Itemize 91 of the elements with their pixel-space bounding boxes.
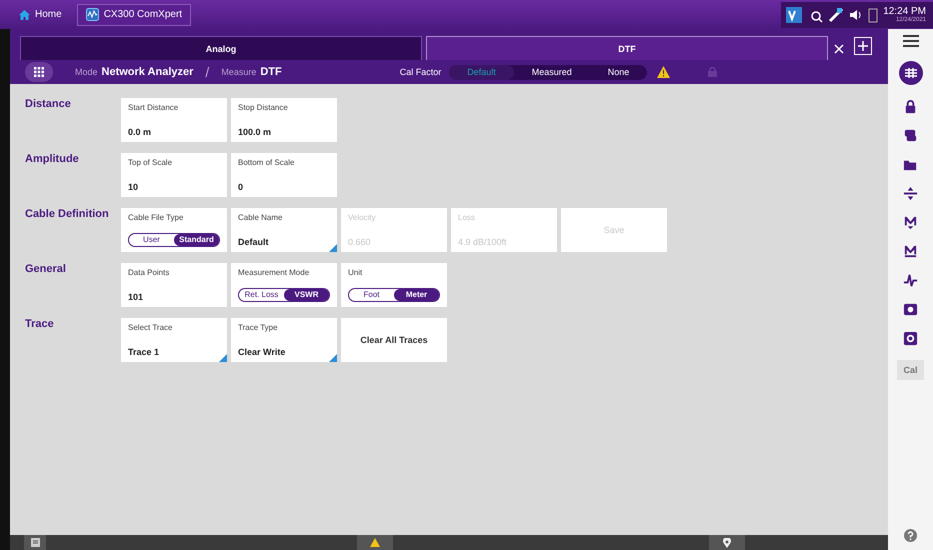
lock-icon[interactable] bbox=[903, 99, 918, 114]
warning-icon bbox=[370, 538, 380, 547]
parameter-card[interactable]: Data Points 101 bbox=[121, 263, 227, 307]
peak-icon[interactable] bbox=[903, 273, 918, 288]
parameter-value: Clear Write bbox=[238, 347, 286, 357]
parameter-label: Measurement Mode bbox=[238, 268, 310, 277]
parameter-label: Cable File Type bbox=[128, 213, 184, 222]
cal-factor-option[interactable]: Default bbox=[449, 64, 514, 80]
cal-factor-label: Cal Factor bbox=[400, 67, 442, 77]
measure-label: Measure bbox=[221, 67, 256, 77]
parameter-card[interactable]: Select Trace Trace 1 bbox=[121, 318, 227, 362]
parameter-label: Unit bbox=[348, 268, 364, 277]
section-title: Cable Definition bbox=[25, 208, 110, 222]
parameter-value: Trace 1 bbox=[128, 347, 160, 357]
mode-label: Mode bbox=[75, 67, 98, 77]
app-tab[interactable]: Home bbox=[10, 4, 71, 26]
settings-icon[interactable] bbox=[903, 331, 918, 346]
parameter-value: 0 bbox=[238, 182, 244, 192]
parameter-card[interactable]: Start Distance 0.0 m bbox=[121, 98, 227, 142]
parameter-label: Select Trace bbox=[128, 323, 174, 332]
measurement-tab[interactable]: DTF bbox=[426, 36, 828, 60]
toggle-option[interactable]: VSWR bbox=[284, 289, 329, 301]
location-button[interactable] bbox=[709, 535, 745, 550]
help-icon[interactable] bbox=[904, 529, 917, 542]
home-icon bbox=[19, 10, 30, 20]
parameter-card[interactable]: Trace Type Clear Write bbox=[231, 318, 337, 362]
parameter-value: Default bbox=[238, 237, 270, 247]
parameter-label: Cable Name bbox=[238, 213, 284, 222]
parameter-card[interactable]: Bottom of Scale 0 bbox=[231, 153, 337, 197]
marker-icon[interactable] bbox=[903, 244, 918, 259]
toggle-option[interactable]: Meter bbox=[394, 289, 439, 301]
warning-icon[interactable] bbox=[657, 66, 670, 78]
toggle-option[interactable]: Foot bbox=[349, 289, 394, 301]
app-grid-button[interactable] bbox=[25, 62, 53, 82]
section-title: General bbox=[25, 263, 67, 277]
parameter-value: 0.660 bbox=[348, 237, 372, 247]
parameter-value: 0.0 m bbox=[128, 127, 152, 137]
section-title: Distance bbox=[25, 98, 72, 112]
parameter-card[interactable]: Stop Distance 100.0 m bbox=[231, 98, 337, 142]
split-arrows-icon[interactable] bbox=[903, 186, 918, 201]
parameter-label: Trace Type bbox=[238, 323, 279, 332]
dropdown-corner-icon bbox=[329, 354, 337, 362]
parameter-label: Start Distance bbox=[128, 103, 180, 112]
parameter-value: 100.0 m bbox=[238, 127, 272, 137]
parameter-label: Top of Scale bbox=[128, 158, 174, 167]
parameter-value: 4.9 dB/100ft bbox=[458, 237, 508, 247]
menu-icon[interactable] bbox=[902, 35, 918, 47]
parameter-value: 10 bbox=[128, 182, 140, 192]
battery-icon[interactable] bbox=[868, 6, 878, 22]
toggle-option[interactable]: User bbox=[129, 234, 174, 246]
close-icon[interactable] bbox=[834, 44, 844, 54]
parameter-label: Stop Distance bbox=[238, 103, 289, 112]
cal-factor-option[interactable]: Measured bbox=[514, 64, 590, 80]
parameter-value: 101 bbox=[128, 292, 144, 302]
measurement-tab[interactable]: Analog bbox=[20, 36, 422, 60]
speaker-icon[interactable] bbox=[849, 8, 864, 22]
app-tab[interactable]: CX300 ComXpert bbox=[76, 4, 192, 26]
measure-value[interactable]: DTF bbox=[260, 66, 282, 78]
action-button[interactable]: Clear All Traces bbox=[341, 318, 447, 362]
dropdown-corner-icon bbox=[329, 244, 337, 252]
toggle-switch[interactable]: User Standard bbox=[128, 233, 220, 247]
marker-down-icon[interactable] bbox=[903, 215, 918, 230]
breadcrumb-separator: / bbox=[205, 64, 210, 80]
cal-factor-option[interactable]: None bbox=[590, 64, 648, 80]
section-title: Trace bbox=[25, 318, 55, 332]
toggle-switch[interactable]: Ret. Loss VSWR bbox=[238, 288, 330, 302]
cal-factor-selector[interactable]: Default Measured None bbox=[449, 64, 648, 80]
add-tab-button[interactable] bbox=[854, 37, 872, 55]
location-pin-icon bbox=[723, 538, 731, 548]
parameter-label: Loss bbox=[458, 213, 476, 222]
grid-menu-icon[interactable] bbox=[898, 61, 922, 85]
parameter-label: Bottom of Scale bbox=[238, 158, 296, 167]
mode-value[interactable]: Network Analyzer bbox=[102, 66, 194, 78]
notes-button[interactable] bbox=[24, 535, 46, 550]
parameter-card[interactable]: Top of Scale 10 bbox=[121, 153, 227, 197]
parameter-label: Data Points bbox=[128, 268, 170, 277]
clock-time: 12:24 PM bbox=[883, 6, 926, 17]
waveform-app-icon bbox=[86, 8, 99, 21]
toggle-switch[interactable]: Foot Meter bbox=[348, 288, 440, 302]
parameter-card[interactable]: Cable Name Default bbox=[231, 208, 337, 252]
notes-icon bbox=[30, 538, 40, 547]
camera-icon[interactable] bbox=[903, 302, 918, 317]
toggle-option[interactable]: Ret. Loss bbox=[239, 289, 284, 301]
plus-icon bbox=[858, 41, 868, 51]
section-title: Amplitude bbox=[25, 153, 80, 167]
remote-icon[interactable] bbox=[786, 6, 802, 22]
parameter-label: Velocity bbox=[348, 213, 377, 222]
toggle-option[interactable]: Standard bbox=[174, 234, 219, 246]
grid-icon bbox=[34, 67, 44, 77]
dropdown-corner-icon bbox=[219, 354, 227, 362]
alerts-button[interactable] bbox=[357, 535, 393, 550]
